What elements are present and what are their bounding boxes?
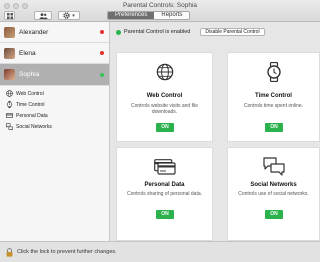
title-bar: Parental Controls: Sophia ▾ Preferences … xyxy=(0,0,320,22)
avatar xyxy=(4,47,15,59)
tab-preferences[interactable]: Preferences xyxy=(108,12,155,19)
card-description: Controls website visits and file downloa… xyxy=(131,103,198,115)
avatar xyxy=(4,69,15,80)
card-description: Controls sharing of personal data. xyxy=(126,191,203,197)
status-dot xyxy=(100,51,104,55)
parental-controls-window: Parental Controls: Sophia ▾ Preferences … xyxy=(0,0,320,262)
sidebar-item-social-networks[interactable]: Social Networks xyxy=(6,121,52,132)
web-control-on-button[interactable]: ON xyxy=(156,123,174,132)
credit-card-icon xyxy=(117,159,212,175)
sidebar-item-web-control[interactable]: Web Control xyxy=(6,88,44,99)
time-control-on-button[interactable]: ON xyxy=(265,123,283,132)
main-panel: Parental Control is enabled Disable Pare… xyxy=(110,22,320,241)
chat-bubbles-icon xyxy=(228,157,319,177)
personal-data-card[interactable]: Personal Data Controls sharing of person… xyxy=(116,147,213,241)
view-tabs: Preferences Reports xyxy=(107,11,191,20)
card-description: Controls time spent online. xyxy=(243,103,304,109)
social-networks-on-button[interactable]: ON xyxy=(265,210,283,219)
disable-parental-control-button[interactable]: Disable Parental Control xyxy=(200,28,265,36)
status-dot xyxy=(100,72,104,77)
social-networks-card[interactable]: Social Networks Controls use of social n… xyxy=(227,147,320,241)
card-description: Controls use of social networks. xyxy=(238,191,309,197)
sidebar-item-label: Social Networks xyxy=(16,123,52,130)
window-title: Parental Controls: Sophia xyxy=(122,2,198,9)
enabled-status-icon xyxy=(116,29,121,35)
avatar xyxy=(4,26,15,38)
card-title: Personal Data xyxy=(144,182,185,188)
bottom-bar: Click the lock to prevent further change… xyxy=(0,241,320,262)
enabled-status-text: Parental Control is enabled xyxy=(124,29,191,35)
credit-card-icon xyxy=(6,112,13,119)
card-title: Web Control xyxy=(146,93,183,99)
status-bar: Parental Control is enabled Disable Pare… xyxy=(110,22,320,42)
lock-icon[interactable] xyxy=(6,247,13,257)
watch-icon xyxy=(6,101,13,108)
sidebar-item-personal-data[interactable]: Personal Data xyxy=(6,110,48,121)
globe-icon xyxy=(117,63,212,81)
card-title: Time Control xyxy=(255,93,292,99)
users-icon xyxy=(39,12,47,19)
web-control-card[interactable]: Web Control Controls website visits and … xyxy=(116,52,213,142)
tab-reports[interactable]: Reports xyxy=(154,12,190,19)
sidebar-item-label: Personal Data xyxy=(16,112,48,119)
user-name: Elena xyxy=(19,49,36,57)
user-name: Alexander xyxy=(19,28,49,36)
sidebar-item-label: Web Control xyxy=(16,90,44,97)
users-button[interactable] xyxy=(34,11,52,20)
lock-hint-text: Click the lock to prevent further change… xyxy=(17,249,117,255)
sidebar-item-label: Time Control xyxy=(16,101,45,108)
time-control-card[interactable]: Time Control Controls time spent online.… xyxy=(227,52,320,142)
user-row-elena[interactable]: Elena xyxy=(0,43,109,64)
personal-data-on-button[interactable]: ON xyxy=(156,210,174,219)
status-dot xyxy=(100,30,104,34)
user-name: Sophia xyxy=(19,71,40,78)
watch-icon xyxy=(228,62,319,82)
settings-menu-button[interactable]: ▾ xyxy=(58,11,80,20)
chat-bubbles-icon xyxy=(6,123,13,130)
user-row-alexander[interactable]: Alexander xyxy=(0,22,109,43)
globe-icon xyxy=(6,90,13,97)
grid-icon xyxy=(6,12,13,19)
user-row-sophia[interactable]: Sophia xyxy=(0,64,109,86)
sidebar-item-time-control[interactable]: Time Control xyxy=(6,99,44,110)
grid-view-button[interactable] xyxy=(4,11,15,20)
chevron-down-icon: ▾ xyxy=(72,12,75,19)
card-title: Social Networks xyxy=(250,182,297,188)
gear-icon xyxy=(63,12,70,19)
sidebar: Alexander Elena Sophia Web Control Time … xyxy=(0,22,110,241)
